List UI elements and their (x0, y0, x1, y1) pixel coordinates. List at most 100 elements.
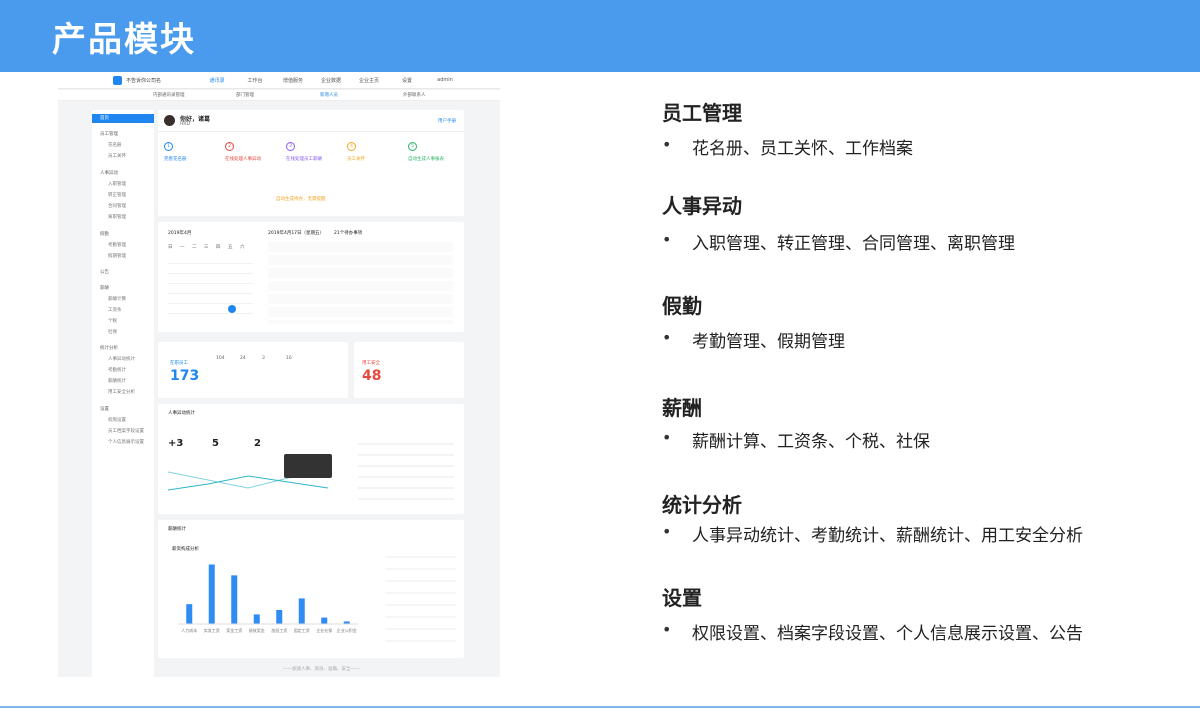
change-net: +3 (168, 438, 184, 449)
sidebar-item-attendance[interactable]: 假勤 (92, 230, 154, 239)
sidebar-item-leave[interactable]: 离职管理 (92, 213, 154, 222)
sidebar-item-analysis[interactable]: 统计分析 (92, 344, 154, 353)
sidebar-item-regular[interactable]: 转正管理 (92, 191, 154, 200)
sidebar-item-transfer-stat[interactable]: 人事异动统计 (92, 355, 154, 364)
sidebar-item-permission[interactable]: 权限设置 (92, 416, 154, 425)
module-items: 薪酬计算、工资条、个税、社保 (692, 432, 930, 452)
calendar-grid[interactable] (168, 254, 253, 322)
step-4-title[interactable]: 员工关怀 (347, 156, 365, 162)
staff-stats-card: 在职员工 173 104 24 3 16 (158, 342, 348, 398)
pay-bar-label: 企业公积金 (337, 627, 357, 633)
sidebar-item-attend-mgmt[interactable]: 考勤管理 (92, 241, 154, 250)
sidebar-item-staff[interactable]: 员工管理 (92, 130, 154, 139)
sidebar-item-payslip[interactable]: 工资条 (92, 306, 154, 315)
sidebar-item-attend-stat[interactable]: 考勤统计 (92, 366, 154, 375)
sidebar-item-social[interactable]: 社保 (92, 328, 154, 337)
risk-label: 用工安全 (362, 361, 380, 366)
subnav-external[interactable]: 外部联系人 (403, 92, 426, 98)
calendar-title: 2019年4月 (168, 231, 192, 236)
subnav-internal[interactable]: 内部通讯录管理 (153, 92, 185, 98)
subnav-department[interactable]: 部门管理 (236, 92, 254, 98)
sidebar-item-salary[interactable]: 薪酬 (92, 284, 154, 293)
step-3-icon: 3 (286, 142, 295, 151)
chart-tooltip (284, 454, 332, 478)
module-salary: 薪酬 • 薪酬计算、工资条、个税、社保 (662, 392, 930, 452)
step-1-title[interactable]: 完善花名册 (164, 156, 187, 162)
sidebar-item-contract[interactable]: 合同管理 (92, 202, 154, 211)
todo-list[interactable] (268, 242, 453, 324)
reminder-text: 自动生成待办，无需提醒 (276, 197, 326, 202)
nav-item-data[interactable]: 企业数据 (312, 77, 350, 84)
module-items: 人事异动统计、考勤统计、薪酬统计、用工安全分析 (692, 526, 1083, 546)
calendar-today-marker[interactable] (228, 305, 236, 313)
staff-full: 104 (216, 356, 225, 361)
weekday-0: 日 (168, 245, 173, 250)
sidebar-item-roster[interactable]: 花名册 (92, 141, 154, 150)
weekday-5: 五 (228, 245, 233, 250)
sidebar-item-safety[interactable]: 用工安全分析 (92, 388, 154, 397)
module-title: 假勤 (662, 294, 702, 318)
app-top-bar: 不告诉你公司名 通讯录 工作台 增值服务 企业数据 企业主页 设置 admin (58, 72, 500, 89)
pay-card: 薪酬统计 薪资构成分析 人力成本 实发工资 奖金工资 绩效奖金 加班工资 固定工资 企业社保… (158, 520, 464, 658)
step-2-title[interactable]: 在线处理人事异动 (225, 156, 261, 162)
nav-item-admin[interactable]: admin (426, 77, 464, 84)
staff-trial: 24 (240, 356, 246, 361)
step-5-title[interactable]: 自动生成人事报表 (408, 156, 444, 162)
weekday-4: 四 (216, 245, 221, 250)
sidebar-item-holiday[interactable]: 假期管理 (92, 252, 154, 261)
sidebar-item-notice[interactable]: 公告 (92, 268, 154, 277)
pay-bar (253, 614, 260, 624)
sidebar-item-home[interactable]: 首页 (92, 114, 154, 123)
subnav-add-person[interactable]: 新增人员 (320, 92, 338, 98)
app-sidebar: 首页 员工管理 花名册 员工关怀 人事异动 入职管理 转正管理 合同管理 离职管… (92, 110, 154, 677)
nav-item-homepage[interactable]: 企业主页 (350, 77, 388, 84)
nav-item-services[interactable]: 增值服务 (274, 77, 312, 84)
sidebar-item-care[interactable]: 员工关怀 (92, 152, 154, 161)
step-5-icon: 5 (408, 142, 417, 151)
pay-bar (208, 564, 215, 624)
sidebar-item-settings[interactable]: 设置 (92, 405, 154, 414)
cost-list (386, 546, 456, 646)
step-3-title[interactable]: 在线处理员工薪酬 (286, 156, 322, 162)
app-company-name: 不告诉你公司名 (126, 78, 162, 84)
step-2-icon: 2 (225, 142, 234, 151)
sidebar-item-tax[interactable]: 个税 (92, 317, 154, 326)
sidebar-item-transfer[interactable]: 人事异动 (92, 169, 154, 178)
risk-value: 48 (362, 368, 382, 384)
module-title: 员工管理 (662, 101, 742, 125)
module-settings: 设置 • 权限设置、档案字段设置、个人信息展示设置、公告 (662, 582, 1083, 644)
risk-card: 用工安全 48 (354, 342, 464, 398)
calendar-card: 2019年4月 日 一 二 三 四 五 六 2019年4月17日（星期五） 21… (158, 222, 464, 332)
pay-bar (321, 617, 328, 624)
greeting-role: HRD (180, 122, 190, 127)
change-title: 人事异动统计 (168, 411, 195, 416)
help-link[interactable]: 用户手册 (438, 118, 456, 124)
staff-total: 173 (170, 368, 200, 384)
weekday-1: 一 (180, 245, 185, 250)
nav-item-workbench[interactable]: 工作台 (236, 77, 274, 84)
app-logo-icon (113, 76, 122, 85)
module-items: 考勤管理、假期管理 (692, 332, 845, 352)
module-items: 花名册、员工关怀、工作档案 (692, 139, 913, 159)
change-card: 人事异动统计 +3 5 2 (158, 404, 464, 514)
pay-bar-label: 固定工资 (294, 627, 310, 633)
nav-item-contacts[interactable]: 通讯录 (198, 77, 236, 84)
slide-title: 产品模块 (52, 20, 196, 60)
pay-bar (186, 604, 193, 624)
sidebar-item-salary-stat[interactable]: 薪酬统计 (92, 377, 154, 386)
step-4-icon: 4 (347, 142, 356, 151)
sidebar-item-field[interactable]: 员工档案字段设置 (92, 427, 154, 436)
sidebar-item-display[interactable]: 个人信息展示设置 (92, 438, 154, 447)
staff-intern: 3 (262, 356, 265, 361)
sidebar-item-salary-calc[interactable]: 薪酬计算 (92, 295, 154, 304)
module-title: 薪酬 (662, 396, 702, 420)
app-footer: ——加速人事、高效、准确、安全—— (283, 667, 360, 672)
pay-chart-label: 薪资构成分析 (172, 547, 199, 552)
module-title: 设置 (662, 586, 702, 610)
nav-item-settings[interactable]: 设置 (388, 77, 426, 84)
staff-other: 16 (286, 356, 292, 361)
module-staff: 员工管理 • 花名册、员工关怀、工作档案 (662, 97, 913, 159)
sidebar-item-onboard[interactable]: 入职管理 (92, 180, 154, 189)
pay-bar (298, 598, 305, 624)
module-title: 统计分析 (662, 493, 742, 517)
